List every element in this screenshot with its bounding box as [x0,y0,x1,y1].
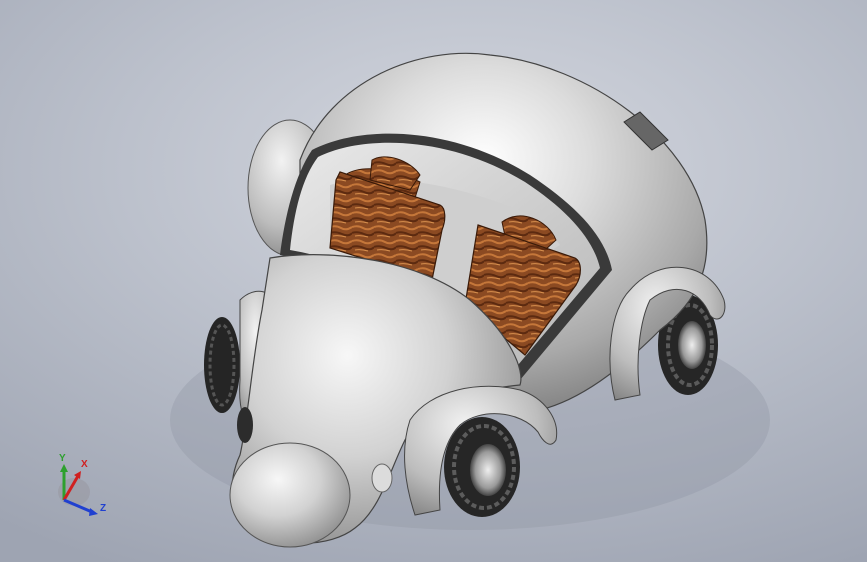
side-light [371,463,393,493]
front-left-wheel [237,407,253,443]
x-axis-label: X [81,459,88,470]
graphics-viewport[interactable]: Y X Z [0,0,867,562]
car-model-view[interactable] [0,0,867,562]
front-right-wheel [444,417,520,517]
y-axis-label: Y [59,453,66,464]
nose-bulb [229,442,351,548]
coordinate-triad: Y X Z [44,452,114,522]
z-axis-label: Z [100,503,107,514]
rear-left-wheel [204,317,240,413]
